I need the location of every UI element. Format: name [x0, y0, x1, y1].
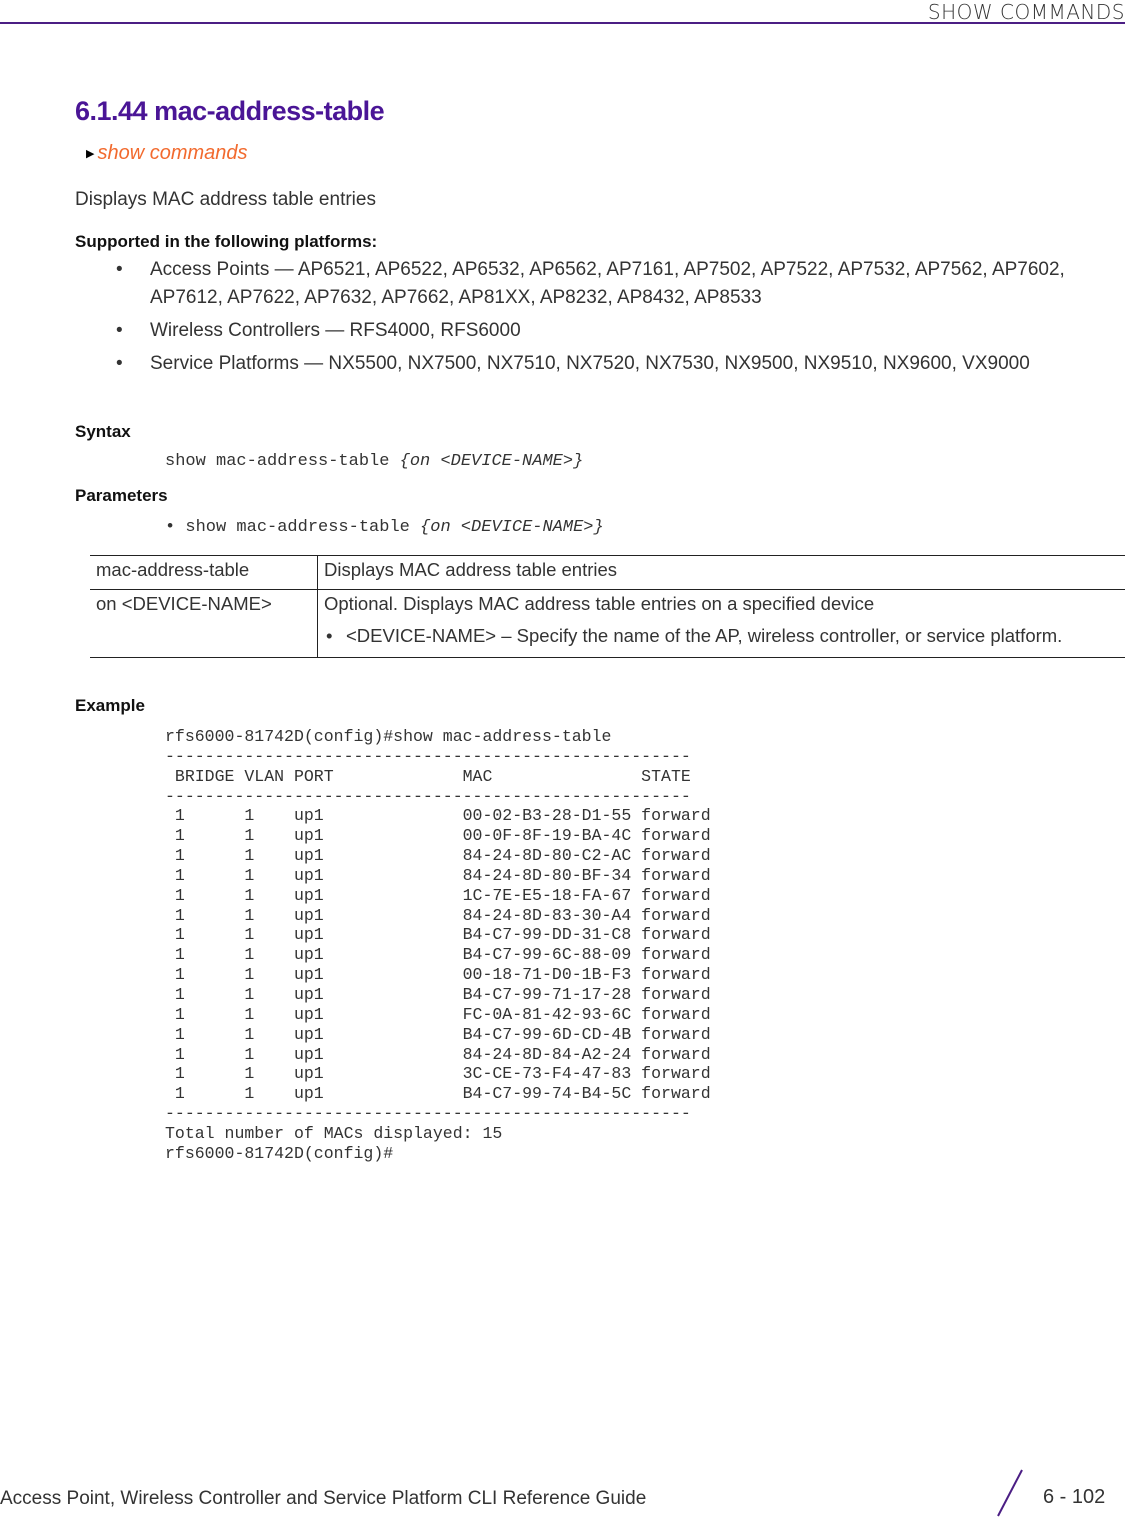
cli-column-headers: BRIDGE VLAN PORT MAC STATE	[165, 766, 691, 786]
cli-separator: ----------------------------------------…	[165, 746, 691, 766]
syntax-command-args: {on <DEVICE-NAME>}	[399, 452, 584, 471]
cli-end-prompt: rfs6000-81742D(config)#	[165, 1143, 394, 1163]
cli-table-row: 1 1 up1 FC-0A-81-42-93-6C forward	[165, 1004, 711, 1024]
bullet: •	[326, 625, 333, 646]
bullet: •	[116, 320, 123, 341]
cli-table-row: 1 1 up1 B4-C7-99-6C-88-09 forward	[165, 945, 711, 965]
param-description: Optional. Displays MAC address table ent…	[324, 593, 875, 614]
parameters-command: • show mac-address-table {on <DEVICE-NAM…	[165, 518, 604, 537]
cli-table-row: 1 1 up1 84-24-8D-84-A2-24 forward	[165, 1044, 711, 1064]
cli-table-row: 1 1 up1 84-24-8D-80-C2-AC forward	[165, 846, 711, 866]
parameters-table: mac-address-table Displays MAC address t…	[90, 555, 1125, 658]
example-cli-output: rfs6000-81742D(config)#show mac-address-…	[165, 727, 711, 1164]
triangle-right-icon: ▶	[86, 148, 95, 160]
breadcrumb: ▶ show commands	[86, 142, 248, 165]
platform-item-text: Access Points — AP6521, AP6522, AP6532, …	[150, 259, 1065, 308]
param-sub-item: • <DEVICE-NAME> – Specify the name of the…	[324, 623, 1119, 649]
cli-table-row: 1 1 up1 84-24-8D-83-30-A4 forward	[165, 905, 711, 925]
platform-item: • Wireless Controllers — RFS4000, RFS6000	[75, 317, 1115, 345]
page-title: 6.1.44 mac-address-table	[75, 96, 385, 126]
cli-prompt-command: rfs6000-81742D(config)#show mac-address-…	[165, 727, 612, 746]
param-description-cell: Optional. Displays MAC address table ent…	[317, 589, 1125, 658]
header-divider	[0, 22, 1125, 24]
param-name: mac-address-table	[90, 555, 318, 590]
platforms-heading: Supported in the following platforms:	[75, 232, 378, 251]
footer-slash-decoration	[997, 1469, 1023, 1517]
parameters-command-text: show mac-address-table	[185, 518, 421, 537]
bullet: •	[116, 259, 123, 280]
cli-table-row: 1 1 up1 B4-C7-99-DD-31-C8 forward	[165, 925, 711, 945]
cli-total-count: Total number of MACs displayed: 15	[165, 1123, 503, 1143]
cli-table-row: 1 1 up1 B4-C7-99-6D-CD-4B forward	[165, 1024, 711, 1044]
syntax-command-text: show mac-address-table	[165, 452, 400, 471]
platform-item-text: Service Platforms — NX5500, NX7500, NX75…	[150, 353, 1030, 374]
parameters-command-args: {on <DEVICE-NAME>}	[420, 518, 604, 537]
platform-list: • Access Points — AP6521, AP6522, AP6532,…	[75, 256, 1115, 383]
cli-table-row: 1 1 up1 00-0F-8F-19-BA-4C forward	[165, 826, 711, 846]
cli-separator: ----------------------------------------…	[165, 786, 691, 806]
bullet: •	[165, 518, 176, 537]
footer-guide-title: Access Point, Wireless Controller and Se…	[0, 1488, 647, 1509]
syntax-command: show mac-address-table {on <DEVICE-NAME>…	[165, 452, 583, 471]
cli-table-row: 1 1 up1 00-18-71-D0-1B-F3 forward	[165, 965, 711, 985]
cli-table-row: 1 1 up1 1C-7E-E5-18-FA-67 forward	[165, 885, 711, 905]
cli-table-row: 1 1 up1 00-02-B3-28-D1-55 forward	[165, 806, 711, 826]
header-section-title: SHOW COMMANDS	[927, 0, 1125, 24]
bullet: •	[116, 353, 123, 374]
param-name: on <DEVICE-NAME>	[90, 589, 318, 658]
parameters-heading: Parameters	[75, 486, 168, 505]
cli-separator: ----------------------------------------…	[165, 1104, 691, 1124]
platform-item: • Service Platforms — NX5500, NX7500, NX7…	[75, 350, 1115, 378]
table-row: mac-address-table Displays MAC address t…	[90, 555, 1125, 590]
command-description: Displays MAC address table entries	[75, 189, 376, 210]
breadcrumb-link-show-commands[interactable]: show commands	[97, 142, 247, 164]
cli-table-row: 1 1 up1 84-24-8D-80-BF-34 forward	[165, 865, 711, 885]
cli-table-row: 1 1 up1 B4-C7-99-71-17-28 forward	[165, 984, 711, 1004]
platform-item-text: Wireless Controllers — RFS4000, RFS6000	[150, 320, 521, 341]
syntax-heading: Syntax	[75, 422, 131, 441]
page-number: 6 - 102	[1043, 1486, 1106, 1508]
platform-item: • Access Points — AP6521, AP6522, AP6532,…	[75, 256, 1115, 312]
param-sub-text: <DEVICE-NAME> – Specify the name of the …	[346, 625, 1063, 646]
cli-table-row: 1 1 up1 3C-CE-73-F4-47-83 forward	[165, 1064, 711, 1084]
table-row: on <DEVICE-NAME> Optional. Displays MAC …	[90, 589, 1125, 658]
cli-table-row: 1 1 up1 B4-C7-99-74-B4-5C forward	[165, 1084, 711, 1104]
param-description: Displays MAC address table entries	[324, 559, 618, 580]
example-heading: Example	[75, 696, 145, 715]
